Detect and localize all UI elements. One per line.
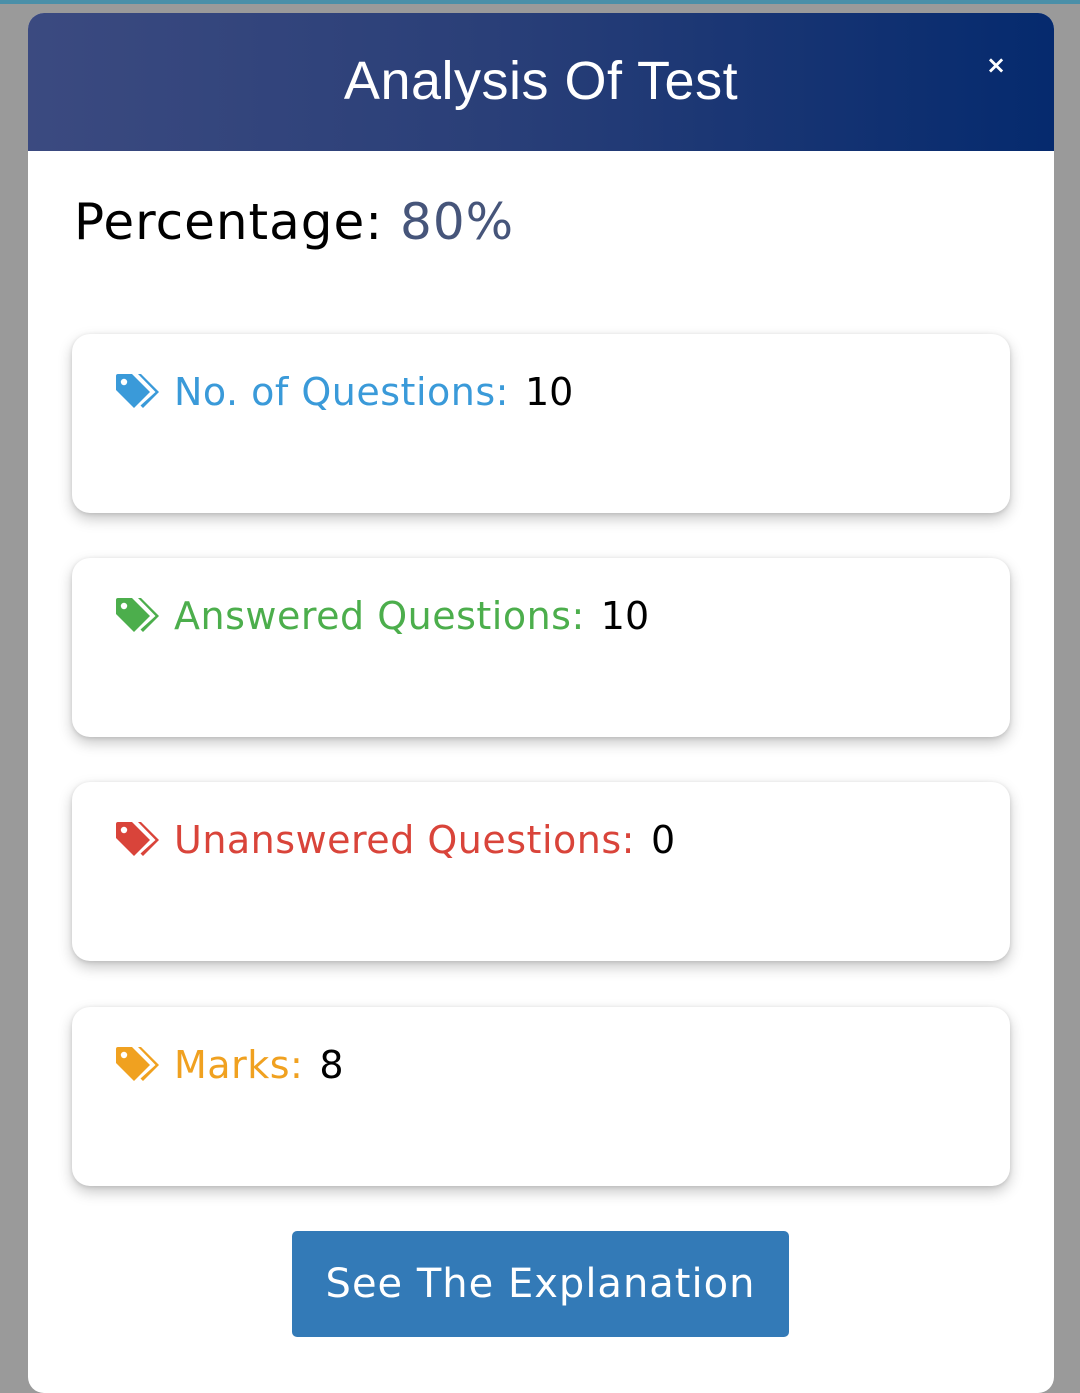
tag-icon — [116, 598, 159, 632]
top-strip — [0, 0, 1080, 4]
stat-value: 0 — [650, 818, 676, 862]
stat-label: No. of Questions: — [174, 370, 509, 414]
stat-card-total-questions: No. of Questions: 10 — [72, 334, 1010, 513]
stat-label: Unanswered Questions: — [174, 818, 635, 862]
see-explanation-button[interactable]: See The Explanation — [292, 1231, 789, 1337]
tag-icon — [116, 1047, 159, 1081]
stat-value: 10 — [524, 370, 574, 414]
stat-card-marks: Marks: 8 — [72, 1007, 1010, 1186]
tag-icon — [116, 822, 159, 856]
stat-value: 8 — [319, 1043, 344, 1087]
stat-label: Answered Questions: — [174, 594, 585, 638]
stat-label: Marks: — [174, 1043, 304, 1087]
percentage-label: Percentage: — [74, 193, 384, 251]
analysis-modal: Analysis Of Test × Percentage: 80% No. o… — [28, 13, 1054, 1393]
stat-card-unanswered: Unanswered Questions: 0 — [72, 782, 1010, 961]
stat-card-answered: Answered Questions: 10 — [72, 558, 1010, 737]
percentage-line: Percentage: 80% — [74, 193, 514, 251]
tag-icon — [116, 374, 159, 408]
stat-value: 10 — [600, 594, 650, 638]
modal-header: Analysis Of Test × — [28, 13, 1054, 151]
close-button[interactable]: × — [984, 53, 1008, 77]
percentage-value: 80% — [400, 193, 515, 251]
modal-title: Analysis Of Test — [343, 51, 739, 111]
